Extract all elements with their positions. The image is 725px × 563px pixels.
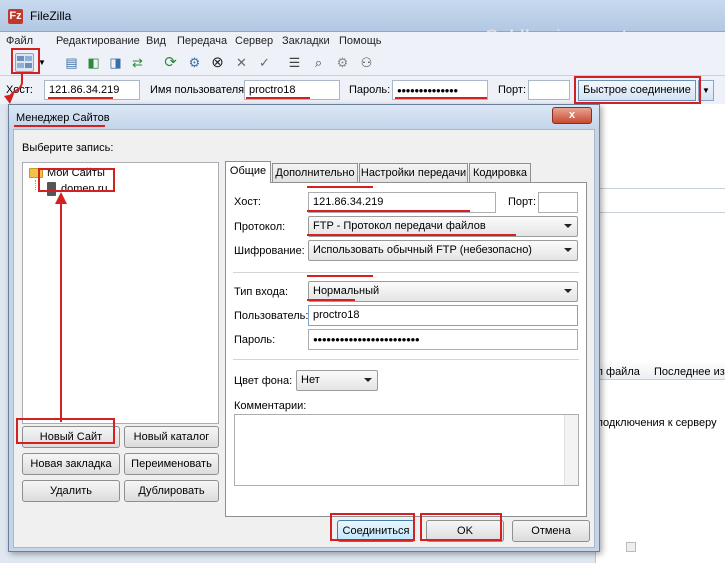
annotation-arrow-icon bbox=[55, 192, 67, 422]
password-input[interactable]: ●●●●●●●●●●●●●●●●●●●●●●●● bbox=[308, 329, 578, 350]
resize-grip-icon bbox=[626, 542, 636, 552]
separator bbox=[233, 272, 579, 273]
user-label: Пользователь: bbox=[234, 310, 309, 322]
ok-button[interactable]: OK bbox=[426, 520, 504, 542]
cancel-button[interactable]: Отмена bbox=[512, 520, 590, 542]
toolbar: ▼ ▤ ◧ ◨ ⇄ ⟳ ⚙ ⊗ ✕ ✓ ☰ ⌕ ⚙ ⚇ bbox=[0, 50, 725, 76]
encryption-select[interactable]: Использовать обычный FTP (небезопасно) bbox=[308, 240, 578, 261]
chevron-down-icon bbox=[364, 378, 372, 382]
rename-button[interactable]: Переименовать bbox=[124, 453, 219, 475]
bgcolor-select[interactable]: Нет bbox=[296, 370, 378, 391]
chevron-down-icon bbox=[564, 224, 572, 228]
qc-port-label: Порт: bbox=[498, 84, 526, 96]
menu-server[interactable]: Сервер bbox=[235, 35, 273, 47]
protocol-select[interactable]: FTP - Протокол передачи файлов bbox=[308, 216, 578, 237]
logon-type-label: Тип входа: bbox=[234, 286, 289, 298]
status-message: подключения к серверу bbox=[597, 417, 717, 429]
bgcolor-label: Цвет фона: bbox=[234, 375, 293, 387]
tab-advanced[interactable]: Дополнительно bbox=[272, 163, 358, 183]
background-remote-panel: п файла Последнее из подключения к серве… bbox=[595, 104, 725, 563]
encryption-value: Использовать обычный FTP (небезопасно) bbox=[313, 244, 532, 256]
new-folder-button[interactable]: Новый каталог bbox=[124, 426, 219, 448]
new-site-button[interactable]: Новый Сайт bbox=[22, 426, 120, 448]
bgcolor-value: Нет bbox=[301, 374, 320, 386]
quickconnect-button[interactable]: Быстрое соединение bbox=[578, 80, 696, 101]
logon-type-value: Нормальный bbox=[313, 285, 380, 297]
menu-transfer[interactable]: Передача bbox=[177, 35, 227, 47]
filter-icon[interactable]: ☰ bbox=[285, 53, 304, 72]
qc-port-input[interactable] bbox=[528, 80, 570, 100]
remote-tree-icon[interactable]: ◨ bbox=[106, 53, 125, 72]
menu-bookmarks[interactable]: Закладки bbox=[282, 35, 330, 47]
comments-textarea[interactable] bbox=[234, 414, 579, 486]
site-manager-dropdown-icon[interactable]: ▼ bbox=[36, 53, 48, 72]
qc-pass-label: Пароль: bbox=[349, 84, 391, 96]
queue-icon[interactable]: ⇄ bbox=[128, 53, 147, 72]
delete-button[interactable]: Удалить bbox=[22, 480, 120, 502]
process-queue-icon[interactable]: ⚙ bbox=[185, 53, 204, 72]
qc-pass-input[interactable]: ●●●●●●●●●●●●●● bbox=[392, 80, 488, 100]
site-manager-dialog: Менеджер Сайтов x Выберите запись: Мои С… bbox=[8, 104, 600, 552]
filezilla-window: Fz FileZilla Goldbusinessnet.com Файл Ре… bbox=[0, 0, 725, 563]
tree-line bbox=[35, 180, 36, 190]
filezilla-logo-icon: Fz bbox=[8, 9, 23, 24]
disconnect-icon[interactable]: ✕ bbox=[232, 53, 251, 72]
qc-host-input[interactable]: 121.86.34.219 bbox=[44, 80, 140, 100]
menu-edit[interactable]: Редактирование bbox=[56, 35, 140, 47]
tab-transfer-settings[interactable]: Настройки передачи bbox=[359, 163, 468, 183]
panel-divider bbox=[596, 188, 725, 189]
folder-icon bbox=[29, 168, 43, 178]
menu-help[interactable]: Помощь bbox=[339, 35, 382, 47]
select-entry-label: Выберите запись: bbox=[22, 142, 114, 154]
tab-charset[interactable]: Кодировка bbox=[469, 163, 531, 183]
reconnect-icon[interactable]: ✓ bbox=[255, 53, 274, 72]
site-manager-titlebar: Менеджер Сайтов x bbox=[9, 105, 599, 129]
password-label: Пароль: bbox=[234, 334, 276, 346]
chevron-down-icon bbox=[564, 248, 572, 252]
local-tree-icon[interactable]: ◧ bbox=[84, 53, 103, 72]
annotation-arrow-icon bbox=[4, 72, 23, 104]
user-input[interactable]: proctro18 bbox=[308, 305, 578, 326]
duplicate-button[interactable]: Дублировать bbox=[124, 480, 219, 502]
comments-scrollbar[interactable] bbox=[564, 415, 578, 485]
site-manager-body: Выберите запись: Мои Сайты domen.ru Общи… bbox=[13, 129, 595, 548]
logon-type-select[interactable]: Нормальный bbox=[308, 281, 578, 302]
tree-root-mysites[interactable]: Мои Сайты bbox=[47, 167, 105, 179]
port-input[interactable] bbox=[538, 192, 578, 213]
qc-user-label: Имя пользователя bbox=[150, 84, 245, 96]
search-icon[interactable]: ⌕ bbox=[309, 53, 328, 72]
window-title: FileZilla bbox=[30, 9, 72, 23]
connect-button[interactable]: Соединиться bbox=[337, 520, 415, 542]
cancel-icon[interactable]: ⊗ bbox=[208, 53, 227, 72]
binoculars-icon[interactable]: ⚇ bbox=[357, 53, 376, 72]
message-log-icon[interactable]: ▤ bbox=[62, 53, 81, 72]
close-button[interactable]: x bbox=[552, 107, 592, 124]
protocol-value: FTP - Протокол передачи файлов bbox=[313, 220, 486, 232]
site-tree[interactable]: Мои Сайты domen.ru bbox=[22, 162, 219, 424]
column-lastmodified[interactable]: Последнее из bbox=[654, 366, 725, 378]
comments-label: Комментарии: bbox=[234, 400, 307, 412]
refresh-icon[interactable]: ⟳ bbox=[161, 53, 180, 72]
protocol-label: Протокол: bbox=[234, 221, 286, 233]
qc-user-input[interactable]: proctro18 bbox=[244, 80, 340, 100]
quickconnect-history-dropdown[interactable]: ▼ bbox=[698, 80, 714, 101]
menu-bar: Файл Редактирование Вид Передача Сервер … bbox=[0, 32, 725, 50]
port-label: Порт: bbox=[508, 196, 536, 208]
tab-general[interactable]: Общие bbox=[225, 161, 271, 183]
encryption-label: Шифрование: bbox=[234, 245, 305, 257]
new-bookmark-button[interactable]: Новая закладка bbox=[22, 453, 120, 475]
column-filetype[interactable]: п файла bbox=[597, 366, 640, 378]
host-input[interactable]: 121.86.34.219 bbox=[308, 192, 496, 213]
chevron-down-icon bbox=[564, 289, 572, 293]
host-label: Хост: bbox=[234, 196, 261, 208]
sync-browse-icon[interactable]: ⚙ bbox=[333, 53, 352, 72]
panel-divider bbox=[596, 212, 725, 213]
site-manager-title: Менеджер Сайтов bbox=[16, 112, 110, 124]
menu-view[interactable]: Вид bbox=[146, 35, 166, 47]
separator bbox=[233, 359, 579, 360]
menu-file[interactable]: Файл bbox=[6, 35, 33, 47]
